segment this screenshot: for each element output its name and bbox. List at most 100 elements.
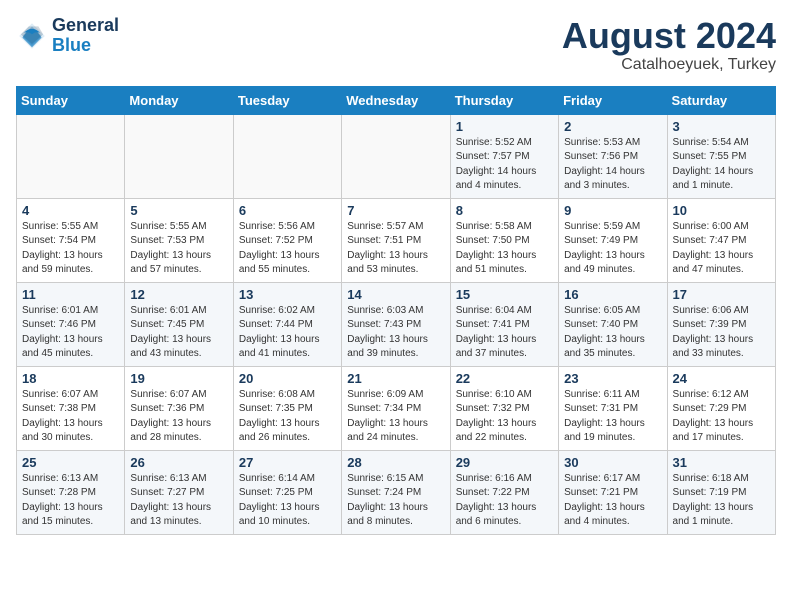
calendar-cell xyxy=(17,114,125,198)
calendar-cell: 18Sunrise: 6:07 AM Sunset: 7:38 PM Dayli… xyxy=(17,366,125,450)
calendar-cell: 26 Sunrise: 6:13 AM Sunset: 7:27 PM Dayli… xyxy=(125,450,233,534)
day-number: 10 xyxy=(673,203,770,218)
calendar-cell: 25Sunrise: 6:13 AM Sunset: 7:28 PM Dayli… xyxy=(17,450,125,534)
day-info: Sunrise: 6:14 AM Sunset: 7:25 PM Dayligh… xyxy=(239,472,336,530)
calendar-cell: 8 Sunrise: 5:58 AM Sunset: 7:50 PM Daylig… xyxy=(450,198,558,282)
weekday-header-wednesday: Wednesday xyxy=(342,86,450,114)
day-info: Sunrise: 6:18 AM Sunset: 7:19 PM Dayligh… xyxy=(673,472,770,530)
day-number: 3 xyxy=(673,119,770,134)
day-info: Sunrise: 6:04 AM Sunset: 7:41 PM Dayligh… xyxy=(456,304,553,362)
day-info: Sunrise: 5:55 AM Sunset: 7:53 PM Dayligh… xyxy=(130,220,227,278)
day-number: 24 xyxy=(673,371,770,386)
calendar-cell: 2 Sunrise: 5:53 AM Sunset: 7:56 PM Daylig… xyxy=(559,114,667,198)
day-number: 22 xyxy=(456,371,553,386)
day-info: Sunrise: 6:05 AM Sunset: 7:40 PM Dayligh… xyxy=(564,304,661,362)
day-number: 26 xyxy=(130,455,227,470)
calendar-cell: 10 Sunrise: 6:00 AM Sunset: 7:47 PM Dayli… xyxy=(667,198,775,282)
day-number: 9 xyxy=(564,203,661,218)
day-info: Sunrise: 6:11 AM Sunset: 7:31 PM Dayligh… xyxy=(564,388,661,446)
calendar-cell: 11 Sunrise: 6:01 AM Sunset: 7:46 PM Dayli… xyxy=(17,282,125,366)
day-number: 12 xyxy=(130,287,227,302)
day-info: Sunrise: 6:08 AM Sunset: 7:35 PM Dayligh… xyxy=(239,388,336,446)
location-subtitle: Catalhoeyuek, Turkey xyxy=(562,56,776,74)
weekday-header-tuesday: Tuesday xyxy=(233,86,341,114)
calendar-week-row: 18Sunrise: 6:07 AM Sunset: 7:38 PM Dayli… xyxy=(17,366,776,450)
day-number: 1 xyxy=(456,119,553,134)
calendar-cell: 17Sunrise: 6:06 AM Sunset: 7:39 PM Dayli… xyxy=(667,282,775,366)
day-number: 17 xyxy=(673,287,770,302)
day-number: 4 xyxy=(22,203,119,218)
day-number: 31 xyxy=(673,455,770,470)
day-number: 2 xyxy=(564,119,661,134)
day-info: Sunrise: 6:00 AM Sunset: 7:47 PM Dayligh… xyxy=(673,220,770,278)
day-number: 8 xyxy=(456,203,553,218)
calendar-cell: 15 Sunrise: 6:04 AM Sunset: 7:41 PM Dayli… xyxy=(450,282,558,366)
calendar-week-row: 4 Sunrise: 5:55 AM Sunset: 7:54 PM Daylig… xyxy=(17,198,776,282)
day-number: 14 xyxy=(347,287,444,302)
calendar-cell xyxy=(233,114,341,198)
calendar-cell: 9 Sunrise: 5:59 AM Sunset: 7:49 PM Daylig… xyxy=(559,198,667,282)
weekday-header-saturday: Saturday xyxy=(667,86,775,114)
calendar-cell: 23 Sunrise: 6:11 AM Sunset: 7:31 PM Dayli… xyxy=(559,366,667,450)
calendar-cell: 1 Sunrise: 5:52 AM Sunset: 7:57 PM Daylig… xyxy=(450,114,558,198)
calendar-cell: 6 Sunrise: 5:56 AM Sunset: 7:52 PM Daylig… xyxy=(233,198,341,282)
logo-icon xyxy=(16,20,48,52)
calendar-cell xyxy=(125,114,233,198)
day-info: Sunrise: 5:55 AM Sunset: 7:54 PM Dayligh… xyxy=(22,220,119,278)
day-number: 5 xyxy=(130,203,227,218)
day-info: Sunrise: 6:13 AM Sunset: 7:27 PM Dayligh… xyxy=(130,472,227,530)
day-info: Sunrise: 5:59 AM Sunset: 7:49 PM Dayligh… xyxy=(564,220,661,278)
calendar-cell xyxy=(342,114,450,198)
calendar-cell: 31 Sunrise: 6:18 AM Sunset: 7:19 PM Dayli… xyxy=(667,450,775,534)
day-info: Sunrise: 6:10 AM Sunset: 7:32 PM Dayligh… xyxy=(456,388,553,446)
weekday-header-row: SundayMondayTuesdayWednesdayThursdayFrid… xyxy=(17,86,776,114)
day-number: 27 xyxy=(239,455,336,470)
calendar-week-row: 11 Sunrise: 6:01 AM Sunset: 7:46 PM Dayli… xyxy=(17,282,776,366)
weekday-header-thursday: Thursday xyxy=(450,86,558,114)
day-info: Sunrise: 6:01 AM Sunset: 7:46 PM Dayligh… xyxy=(22,304,119,362)
calendar-cell: 7Sunrise: 5:57 AM Sunset: 7:51 PM Daylig… xyxy=(342,198,450,282)
calendar-cell: 5 Sunrise: 5:55 AM Sunset: 7:53 PM Daylig… xyxy=(125,198,233,282)
day-number: 11 xyxy=(22,287,119,302)
calendar-cell: 29 Sunrise: 6:16 AM Sunset: 7:22 PM Dayli… xyxy=(450,450,558,534)
day-info: Sunrise: 6:09 AM Sunset: 7:34 PM Dayligh… xyxy=(347,388,444,446)
day-info: Sunrise: 5:58 AM Sunset: 7:50 PM Dayligh… xyxy=(456,220,553,278)
day-info: Sunrise: 6:13 AM Sunset: 7:28 PM Dayligh… xyxy=(22,472,119,530)
day-number: 7 xyxy=(347,203,444,218)
day-info: Sunrise: 6:01 AM Sunset: 7:45 PM Dayligh… xyxy=(130,304,227,362)
day-info: Sunrise: 5:53 AM Sunset: 7:56 PM Dayligh… xyxy=(564,136,661,194)
calendar-cell: 19 Sunrise: 6:07 AM Sunset: 7:36 PM Dayli… xyxy=(125,366,233,450)
calendar-table: SundayMondayTuesdayWednesdayThursdayFrid… xyxy=(16,86,776,535)
day-number: 29 xyxy=(456,455,553,470)
day-number: 19 xyxy=(130,371,227,386)
calendar-cell: 22 Sunrise: 6:10 AM Sunset: 7:32 PM Dayli… xyxy=(450,366,558,450)
day-info: Sunrise: 6:03 AM Sunset: 7:43 PM Dayligh… xyxy=(347,304,444,362)
day-number: 13 xyxy=(239,287,336,302)
day-number: 21 xyxy=(347,371,444,386)
day-number: 6 xyxy=(239,203,336,218)
day-number: 15 xyxy=(456,287,553,302)
day-info: Sunrise: 6:07 AM Sunset: 7:36 PM Dayligh… xyxy=(130,388,227,446)
day-info: Sunrise: 6:16 AM Sunset: 7:22 PM Dayligh… xyxy=(456,472,553,530)
day-info: Sunrise: 5:54 AM Sunset: 7:55 PM Dayligh… xyxy=(673,136,770,194)
day-info: Sunrise: 6:17 AM Sunset: 7:21 PM Dayligh… xyxy=(564,472,661,530)
calendar-cell: 13 Sunrise: 6:02 AM Sunset: 7:44 PM Dayli… xyxy=(233,282,341,366)
calendar-cell: 12 Sunrise: 6:01 AM Sunset: 7:45 PM Dayli… xyxy=(125,282,233,366)
day-info: Sunrise: 5:52 AM Sunset: 7:57 PM Dayligh… xyxy=(456,136,553,194)
day-info: Sunrise: 5:56 AM Sunset: 7:52 PM Dayligh… xyxy=(239,220,336,278)
calendar-cell: 30Sunrise: 6:17 AM Sunset: 7:21 PM Dayli… xyxy=(559,450,667,534)
day-number: 20 xyxy=(239,371,336,386)
calendar-week-row: 1 Sunrise: 5:52 AM Sunset: 7:57 PM Daylig… xyxy=(17,114,776,198)
calendar-cell: 14 Sunrise: 6:03 AM Sunset: 7:43 PM Dayli… xyxy=(342,282,450,366)
calendar-cell: 4 Sunrise: 5:55 AM Sunset: 7:54 PM Daylig… xyxy=(17,198,125,282)
month-year-title: August 2024 xyxy=(562,16,776,56)
day-number: 16 xyxy=(564,287,661,302)
day-number: 23 xyxy=(564,371,661,386)
weekday-header-friday: Friday xyxy=(559,86,667,114)
calendar-cell: 16 Sunrise: 6:05 AM Sunset: 7:40 PM Dayli… xyxy=(559,282,667,366)
calendar-cell: 20 Sunrise: 6:08 AM Sunset: 7:35 PM Dayli… xyxy=(233,366,341,450)
calendar-cell: 21 Sunrise: 6:09 AM Sunset: 7:34 PM Dayli… xyxy=(342,366,450,450)
day-info: Sunrise: 6:02 AM Sunset: 7:44 PM Dayligh… xyxy=(239,304,336,362)
calendar-cell: 27 Sunrise: 6:14 AM Sunset: 7:25 PM Dayli… xyxy=(233,450,341,534)
calendar-cell: 24Sunrise: 6:12 AM Sunset: 7:29 PM Dayli… xyxy=(667,366,775,450)
